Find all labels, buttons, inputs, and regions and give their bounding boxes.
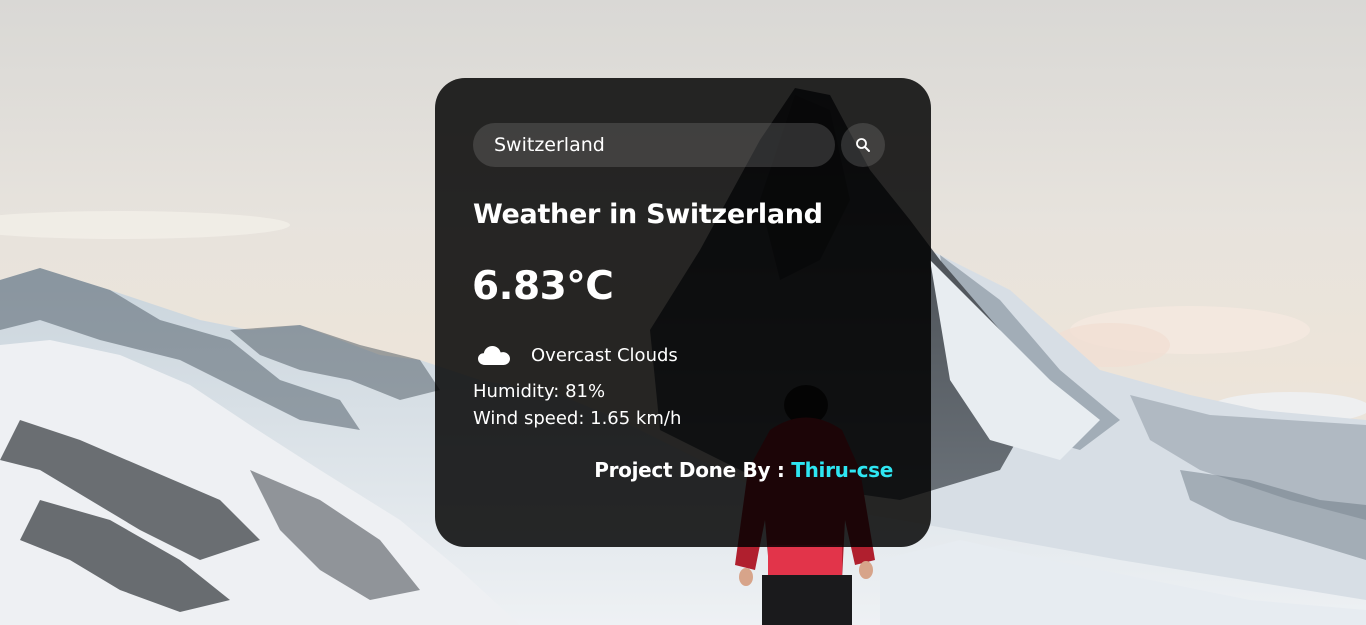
search-input[interactable] [473,123,835,167]
weather-description-row: Overcast Clouds [477,340,678,370]
search-button[interactable] [841,123,885,167]
credit-label: Project Done By : [594,458,792,482]
cloud-icon [478,346,510,365]
temperature: 6.83°C [472,264,614,309]
project-credit: Project Done By : Thiru-cse [594,458,893,482]
search-bar [473,123,885,167]
weather-description: Overcast Clouds [531,344,678,366]
wind-speed: Wind speed: 1.65 km/h [473,408,682,429]
humidity: Humidity: 81% [473,381,606,402]
search-icon [856,138,870,152]
city-title: Weather in Switzerland [473,199,823,230]
author-name: Thiru-cse [791,458,893,482]
weather-card: Weather in Switzerland 6.83°C Overcast C… [435,78,931,547]
